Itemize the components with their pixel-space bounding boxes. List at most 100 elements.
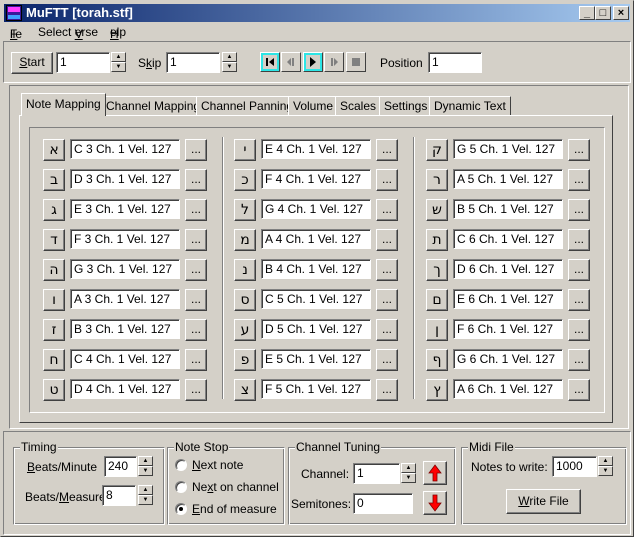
tab-dynamic-text[interactable]: Dynamic Text [429, 96, 511, 115]
skip-input[interactable]: 1 [166, 52, 220, 73]
beats-per-minute-input[interactable]: 240 [104, 456, 137, 477]
note-mapping-input[interactable]: B 5 Ch. 1 Vel. 127 [453, 199, 563, 219]
note-mapping-input[interactable]: D 5 Ch. 1 Vel. 127 [261, 319, 371, 339]
beats-per-minute-spinner[interactable]: ▲ ▼ [138, 456, 153, 477]
spin-down-icon[interactable]: ▼ [598, 466, 613, 476]
letter-button[interactable]: ף [426, 349, 448, 371]
note-mapping-input[interactable]: F 3 Ch. 1 Vel. 127 [70, 229, 180, 249]
note-edit-button[interactable]: ... [568, 259, 590, 281]
note-mapping-input[interactable]: A 4 Ch. 1 Vel. 127 [261, 229, 371, 249]
tab-settings[interactable]: Settings [379, 96, 433, 115]
note-edit-button[interactable]: ... [376, 139, 398, 161]
title-bar[interactable]: MuFTT [torah.stf] _ □ × [4, 4, 630, 22]
letter-button[interactable]: מ [234, 229, 256, 251]
note-mapping-input[interactable]: A 6 Ch. 1 Vel. 127 [453, 379, 563, 399]
semitones-input[interactable]: 0 [353, 493, 413, 514]
spin-down-icon[interactable]: ▼ [111, 62, 126, 72]
note-mapping-input[interactable]: C 4 Ch. 1 Vel. 127 [70, 349, 180, 369]
letter-button[interactable]: ד [43, 229, 65, 251]
note-edit-button[interactable]: ... [185, 289, 207, 311]
letter-button[interactable]: ש [426, 199, 448, 221]
letter-button[interactable]: ז [43, 319, 65, 341]
note-edit-button[interactable]: ... [568, 349, 590, 371]
radio-next-note-label[interactable]: Next note [192, 458, 243, 472]
note-mapping-input[interactable]: C 3 Ch. 1 Vel. 127 [70, 139, 180, 159]
note-mapping-input[interactable]: C 6 Ch. 1 Vel. 127 [453, 229, 563, 249]
note-mapping-input[interactable]: E 3 Ch. 1 Vel. 127 [70, 199, 180, 219]
radio-next-note[interactable] [175, 459, 187, 471]
channel-input[interactable]: 1 [353, 463, 400, 484]
letter-button[interactable]: צ [234, 379, 256, 401]
start-spinner[interactable]: ▲ ▼ [111, 52, 126, 73]
letter-button[interactable]: ס [234, 289, 256, 311]
tune-up-button[interactable] [423, 461, 447, 485]
spin-up-icon[interactable]: ▲ [138, 456, 153, 466]
radio-next-on-channel[interactable] [175, 481, 187, 493]
tab-note-mapping[interactable]: Note Mapping [21, 93, 106, 116]
note-mapping-input[interactable]: B 3 Ch. 1 Vel. 127 [70, 319, 180, 339]
letter-button[interactable]: ת [426, 229, 448, 251]
notes-to-write-input[interactable]: 1000 [552, 456, 597, 477]
letter-button[interactable]: א [43, 139, 65, 161]
spin-up-icon[interactable]: ▲ [222, 52, 237, 62]
letter-button[interactable]: ך [426, 259, 448, 281]
letter-button[interactable]: נ [234, 259, 256, 281]
note-mapping-input[interactable]: G 5 Ch. 1 Vel. 127 [453, 139, 563, 159]
start-input[interactable]: 1 [56, 52, 110, 73]
write-file-button[interactable]: Write File [506, 489, 581, 514]
rewind-to-start-button[interactable] [260, 52, 280, 72]
letter-button[interactable]: ן [426, 319, 448, 341]
note-edit-button[interactable]: ... [568, 319, 590, 341]
skip-spinner[interactable]: ▲ ▼ [222, 52, 237, 73]
note-edit-button[interactable]: ... [376, 319, 398, 341]
note-mapping-input[interactable]: D 6 Ch. 1 Vel. 127 [453, 259, 563, 279]
spin-down-icon[interactable]: ▼ [138, 495, 153, 505]
spin-down-icon[interactable]: ▼ [401, 473, 416, 483]
step-forward-button[interactable] [324, 52, 344, 72]
note-edit-button[interactable]: ... [185, 139, 207, 161]
note-edit-button[interactable]: ... [568, 139, 590, 161]
note-edit-button[interactable]: ... [376, 199, 398, 221]
note-mapping-input[interactable]: G 3 Ch. 1 Vel. 127 [70, 259, 180, 279]
close-button[interactable]: × [613, 6, 629, 20]
position-input[interactable]: 1 [428, 52, 482, 73]
note-edit-button[interactable]: ... [376, 259, 398, 281]
menu-select-verse[interactable]: Select Verse [38, 25, 98, 41]
spin-up-icon[interactable]: ▲ [111, 52, 126, 62]
letter-button[interactable]: ק [426, 139, 448, 161]
note-edit-button[interactable]: ... [568, 199, 590, 221]
beats-per-measure-spinner[interactable]: ▲ ▼ [138, 485, 153, 506]
note-mapping-input[interactable]: F 6 Ch. 1 Vel. 127 [453, 319, 563, 339]
note-mapping-input[interactable]: F 4 Ch. 1 Vel. 127 [261, 169, 371, 189]
spin-up-icon[interactable]: ▲ [598, 456, 613, 466]
letter-button[interactable]: ג [43, 199, 65, 221]
note-edit-button[interactable]: ... [568, 169, 590, 191]
letter-button[interactable]: ו [43, 289, 65, 311]
note-edit-button[interactable]: ... [185, 199, 207, 221]
note-mapping-input[interactable]: B 4 Ch. 1 Vel. 127 [261, 259, 371, 279]
note-edit-button[interactable]: ... [185, 379, 207, 401]
note-mapping-input[interactable]: C 5 Ch. 1 Vel. 127 [261, 289, 371, 309]
letter-button[interactable]: ם [426, 289, 448, 311]
minimize-button[interactable]: _ [579, 6, 595, 20]
note-edit-button[interactable]: ... [185, 319, 207, 341]
stop-button[interactable] [346, 52, 366, 72]
menu-help[interactable]: Help [110, 25, 126, 41]
start-button[interactable]: Start [11, 52, 53, 74]
note-mapping-input[interactable]: E 5 Ch. 1 Vel. 127 [261, 349, 371, 369]
letter-button[interactable]: ח [43, 349, 65, 371]
note-mapping-input[interactable]: F 5 Ch. 1 Vel. 127 [261, 379, 371, 399]
spin-up-icon[interactable]: ▲ [138, 485, 153, 495]
note-edit-button[interactable]: ... [376, 169, 398, 191]
note-mapping-input[interactable]: A 5 Ch. 1 Vel. 127 [453, 169, 563, 189]
letter-button[interactable]: ל [234, 199, 256, 221]
note-mapping-input[interactable]: G 4 Ch. 1 Vel. 127 [261, 199, 371, 219]
note-edit-button[interactable]: ... [185, 229, 207, 251]
spin-down-icon[interactable]: ▼ [222, 62, 237, 72]
spin-down-icon[interactable]: ▼ [138, 466, 153, 476]
radio-next-on-channel-label[interactable]: Next on channel [192, 480, 279, 494]
beats-per-measure-input[interactable]: 8 [102, 485, 136, 506]
tab-channel-panning[interactable]: Channel Panning [196, 96, 299, 115]
step-back-button[interactable] [281, 52, 301, 72]
radio-end-of-measure-label[interactable]: End of measure [192, 502, 277, 516]
